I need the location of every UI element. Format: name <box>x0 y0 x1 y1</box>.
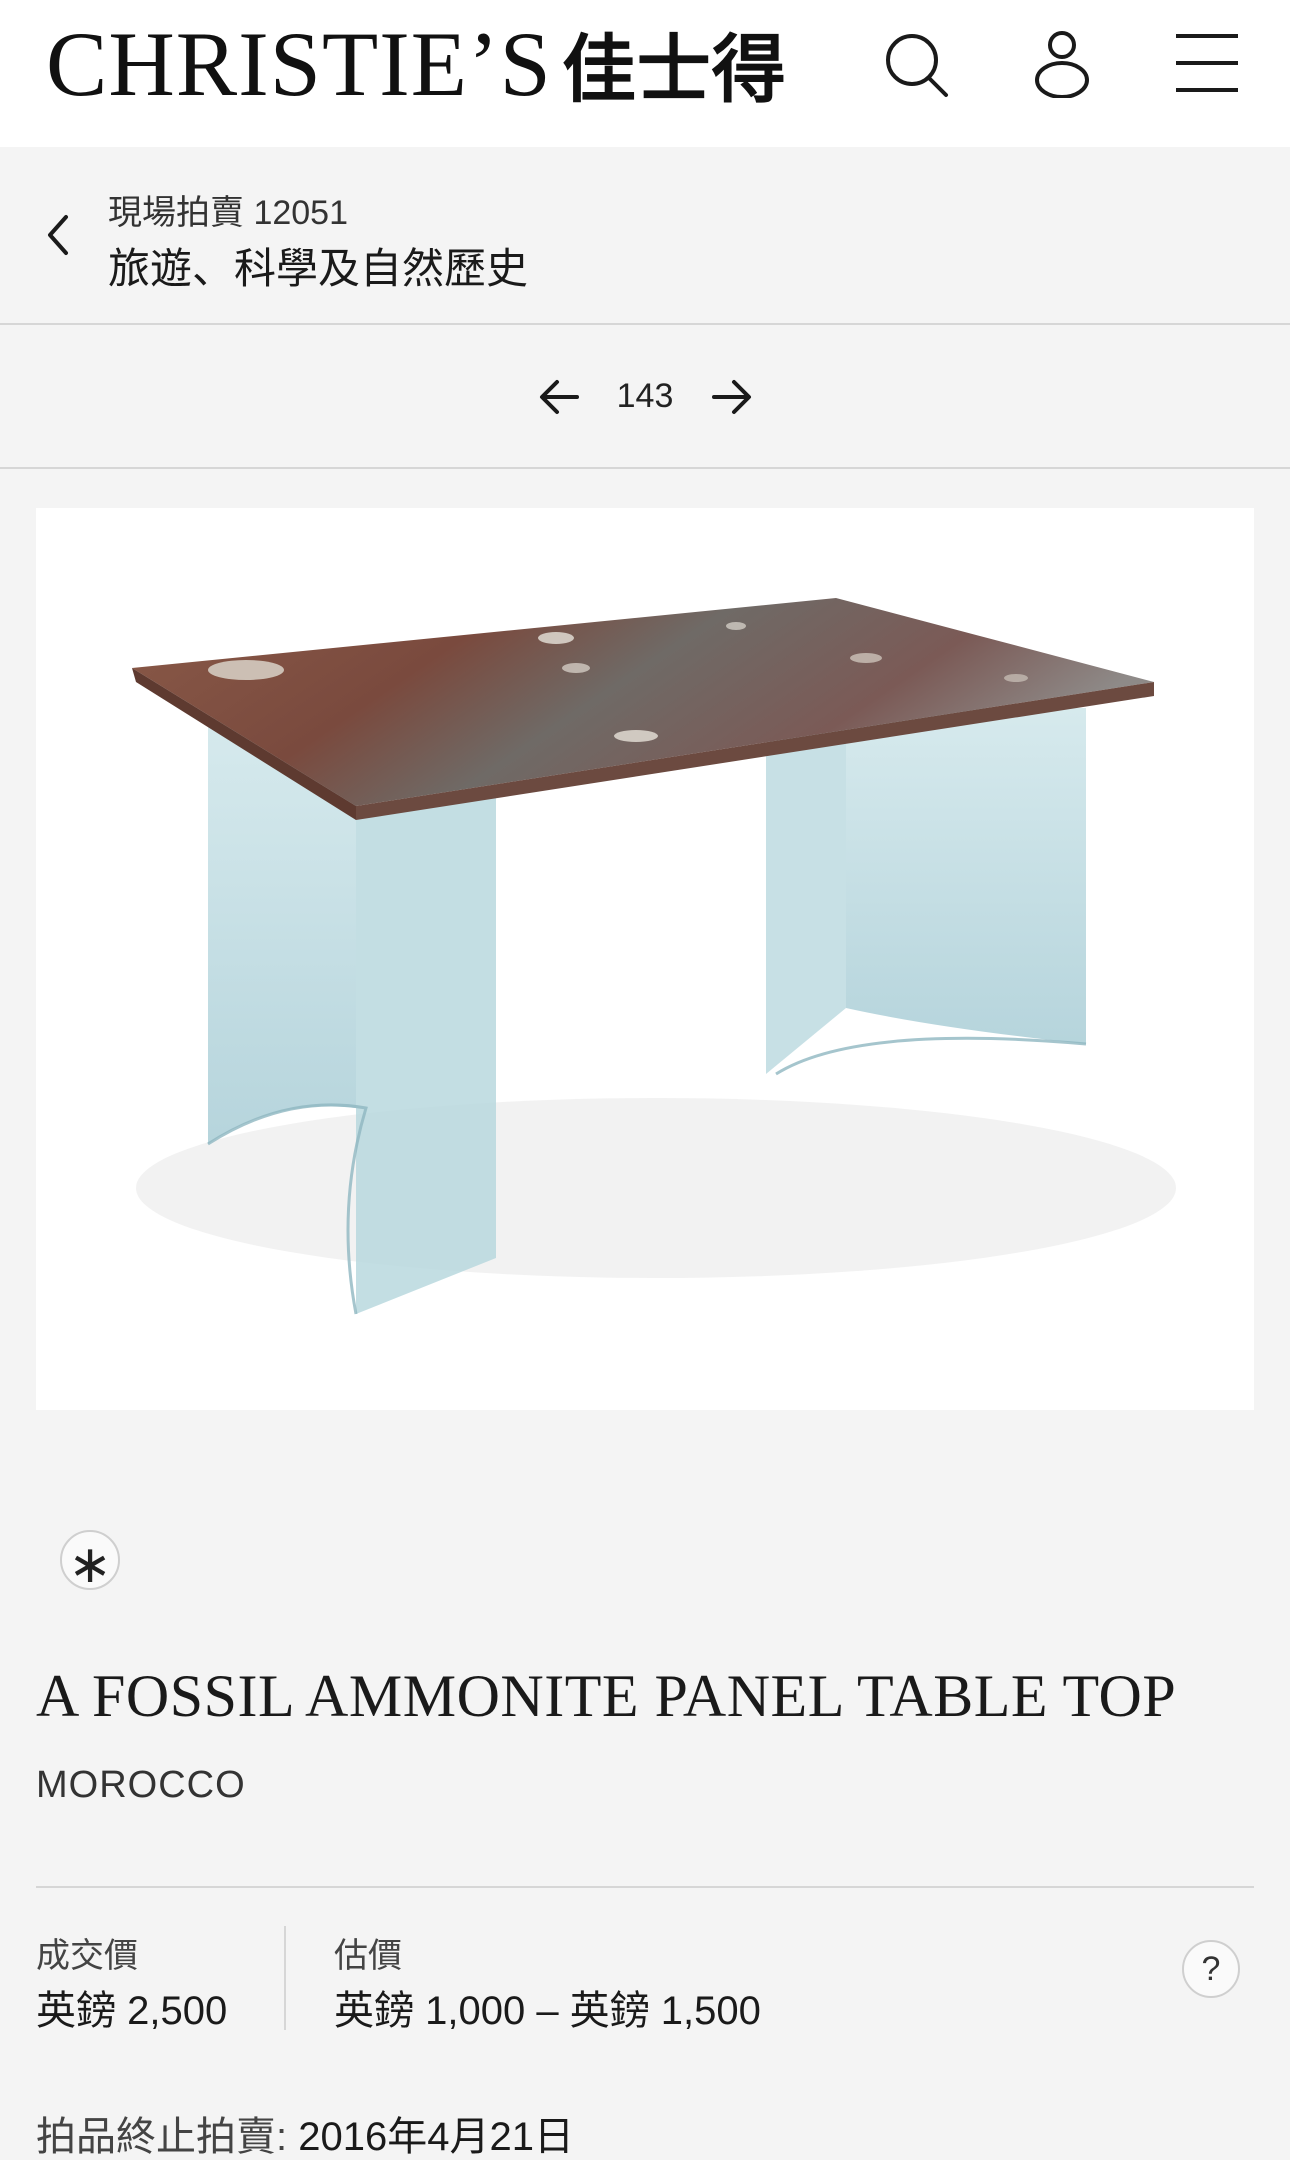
back-chevron-icon[interactable] <box>40 211 76 259</box>
price-separator <box>284 1926 286 2030</box>
logo-cjk-text: 佳士得 <box>561 27 787 113</box>
previous-lot-arrow-icon[interactable] <box>533 375 583 419</box>
sale-title-link[interactable]: 旅遊、科學及自然歷史 <box>108 235 528 296</box>
lot-navigation: 143 <box>0 327 1290 469</box>
breadcrumb: 現場拍賣 12051 旅遊、科學及自然歷史 <box>0 147 1290 325</box>
help-question-icon[interactable]: ? <box>1182 1940 1240 1998</box>
price-realised-label: 成交價 <box>36 1937 138 1975</box>
lot-number: 143 <box>616 377 674 415</box>
next-lot-arrow-icon[interactable] <box>708 375 758 419</box>
closing-date-label: 拍品終止拍賣: <box>36 2115 288 2159</box>
account-icon[interactable] <box>1022 28 1102 98</box>
price-realised-value: 英鎊 2,500 <box>36 1989 228 2033</box>
estimate-label: 估價 <box>334 1937 402 1975</box>
site-header: CHRISTIE’S 佳士得 <box>0 0 1290 147</box>
menu-icon[interactable] <box>1166 28 1246 98</box>
lot-image[interactable] <box>36 508 1254 1410</box>
asterisk-badge-icon: ∗ <box>60 1530 120 1595</box>
estimate-value: 英鎊 1,000 – 英鎊 1,500 <box>334 1989 761 2033</box>
sale-number-label[interactable]: 現場拍賣 12051 <box>108 185 348 234</box>
search-icon[interactable] <box>876 28 956 98</box>
lot-subtitle: MOROCCO <box>36 1764 246 1806</box>
closing-date-value: 2016年4月21日 <box>298 2115 574 2159</box>
lot-title: A FOSSIL AMMONITE PANEL TABLE TOP <box>36 1663 1177 1729</box>
logo-text: CHRISTIE’S <box>46 13 552 115</box>
closing-date: 拍品終止拍賣: 2016年4月21日 <box>36 2104 574 2160</box>
christies-logo[interactable]: CHRISTIE’S 佳士得 <box>46 14 787 120</box>
section-divider <box>36 1886 1254 1888</box>
